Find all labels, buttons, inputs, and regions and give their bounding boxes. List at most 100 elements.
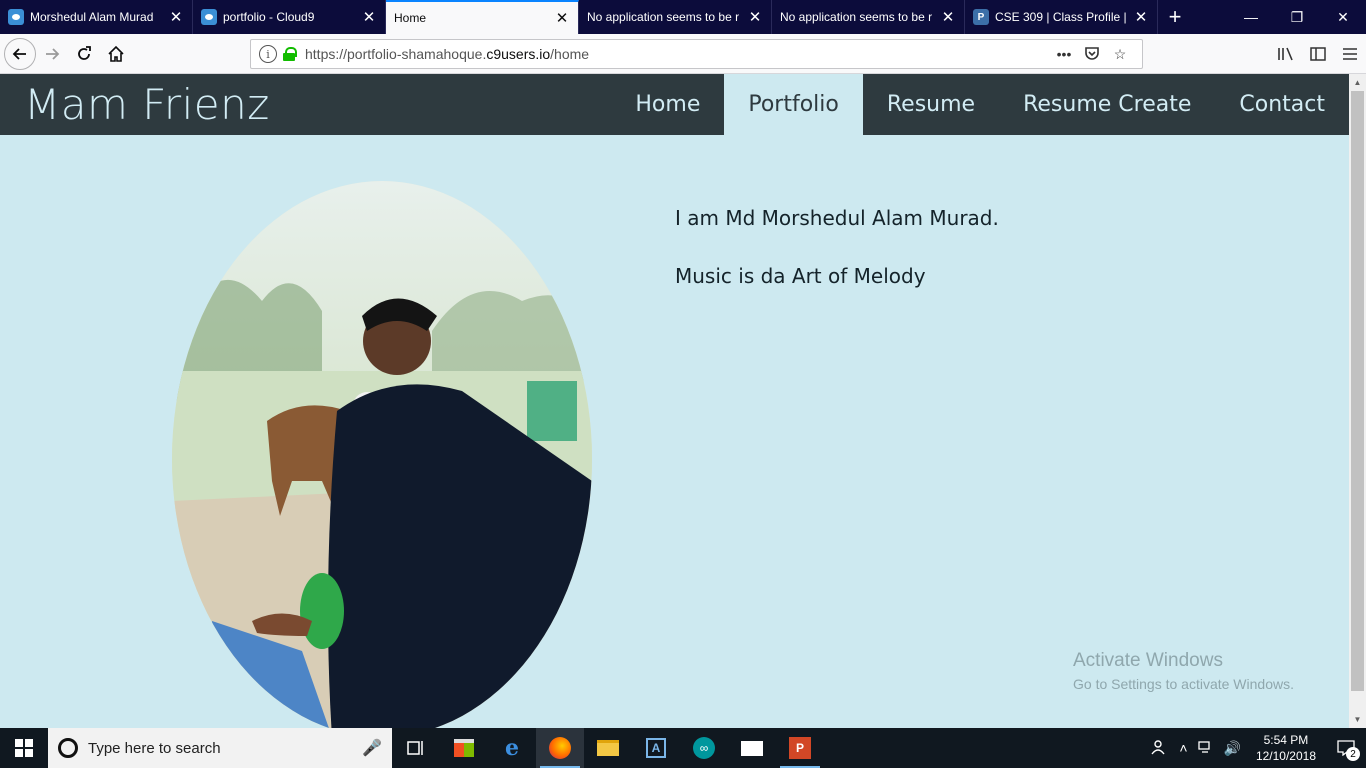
system-tray: ˄ 🔊 5:54 PM 12/10/2018 2: [1146, 728, 1366, 768]
browser-tab[interactable]: No application seems to be r ✕: [772, 0, 965, 34]
nav-portfolio[interactable]: Portfolio: [724, 74, 863, 135]
close-tab-icon[interactable]: ✕: [168, 8, 184, 26]
taskbar-search[interactable]: Type here to search 🎤: [48, 728, 392, 768]
nav-resume-create[interactable]: Resume Create: [999, 74, 1215, 135]
close-tab-icon[interactable]: ✕: [940, 8, 956, 26]
close-tab-icon[interactable]: ✕: [361, 8, 377, 26]
reload-icon: [78, 45, 91, 60]
site-header: Mam Frienz Home Portfolio Resume Resume …: [0, 74, 1349, 135]
cloud9-eye-icon: [8, 9, 24, 25]
cortana-icon: [58, 738, 78, 758]
firefox-icon: [549, 737, 571, 759]
task-view-button[interactable]: [392, 728, 440, 768]
pocket-icon[interactable]: [1078, 45, 1106, 64]
close-tab-icon[interactable]: ✕: [554, 9, 570, 27]
url-bar[interactable]: i https://portfolio-shamahoque.c9users.i…: [250, 39, 1143, 69]
bio-intro: I am Md Morshedul Alam Murad.: [675, 206, 999, 230]
window-controls: — ❐ ✕: [1228, 0, 1366, 34]
arrow-left-icon: [12, 47, 26, 60]
back-button[interactable]: [4, 37, 36, 70]
lock-icon[interactable]: [283, 47, 297, 61]
mail-icon: [741, 740, 763, 756]
notification-count-badge: 2: [1346, 747, 1360, 761]
url-prefix: https://portfolio-shamahoque.: [305, 46, 487, 62]
taskbar-clock[interactable]: 5:54 PM 12/10/2018: [1246, 732, 1326, 764]
profile-photo: [172, 181, 592, 728]
info-icon[interactable]: i: [259, 45, 277, 63]
url-path: /home: [550, 46, 590, 62]
taskbar-powerpoint[interactable]: P: [776, 728, 824, 768]
action-center-button[interactable]: 2: [1326, 728, 1366, 768]
clock-time: 5:54 PM: [1263, 733, 1309, 747]
search-placeholder: Type here to search: [88, 739, 221, 757]
forward-button[interactable]: [36, 38, 68, 70]
network-icon[interactable]: [1193, 740, 1219, 757]
new-tab-button[interactable]: +: [1158, 0, 1192, 34]
taskbar-mail[interactable]: [728, 728, 776, 768]
tab-title: No application seems to be r: [587, 10, 740, 24]
scroll-up-arrow-icon[interactable]: ▲: [1349, 74, 1366, 91]
windows-taskbar: Type here to search 🎤 e A ∞ P ˄ 🔊 5:54 P…: [0, 728, 1366, 768]
browser-tab[interactable]: Morshedul Alam Murad ✕: [0, 0, 193, 34]
restore-button[interactable]: ❐: [1274, 0, 1320, 34]
browser-tab[interactable]: No application seems to be r ✕: [579, 0, 772, 34]
site-nav: Home Portfolio Resume Resume Create Cont…: [611, 74, 1349, 135]
page-scrollbar[interactable]: ▲ ▼: [1349, 74, 1366, 728]
piazza-p-icon: P: [973, 9, 989, 25]
bio-tagline: Music is da Art of Melody: [675, 264, 926, 288]
bookmark-star-icon[interactable]: ☆: [1106, 46, 1134, 63]
hamburger-menu-icon[interactable]: [1334, 38, 1366, 70]
nav-home[interactable]: Home: [611, 74, 724, 135]
start-button[interactable]: [0, 728, 48, 768]
show-hidden-icons-chevron-icon[interactable]: ˄: [1174, 740, 1192, 756]
tab-title: No application seems to be r: [780, 10, 933, 24]
cloud9-eye-icon: [201, 9, 217, 25]
url-domain: c9users.io: [486, 46, 551, 62]
taskbar-app-a[interactable]: A: [632, 728, 680, 768]
nav-contact[interactable]: Contact: [1215, 74, 1349, 135]
tab-title: Morshedul Alam Murad: [30, 10, 154, 24]
library-icon[interactable]: [1270, 38, 1302, 70]
taskbar-firefox[interactable]: [536, 728, 584, 768]
web-page: Mam Frienz Home Portfolio Resume Resume …: [0, 74, 1349, 728]
tab-title: Home: [394, 11, 427, 25]
app-a-icon: A: [646, 738, 666, 758]
url-text[interactable]: https://portfolio-shamahoque.c9users.io/…: [305, 46, 1050, 62]
site-brand[interactable]: Mam Frienz: [0, 80, 270, 129]
sidebar-icon[interactable]: [1302, 38, 1334, 70]
clock-date: 12/10/2018: [1255, 749, 1316, 763]
page-actions-icon[interactable]: •••: [1050, 46, 1078, 62]
browser-tab-strip: Morshedul Alam Murad ✕ portfolio - Cloud…: [0, 0, 1366, 34]
scroll-down-arrow-icon[interactable]: ▼: [1349, 711, 1366, 728]
minimize-button[interactable]: —: [1228, 0, 1274, 34]
windows-logo-icon: [15, 739, 33, 757]
taskbar-store[interactable]: [440, 728, 488, 768]
taskbar-edge[interactable]: e: [488, 728, 536, 768]
home-button[interactable]: [100, 38, 132, 70]
task-view-icon: [407, 741, 423, 755]
browser-tab[interactable]: portfolio - Cloud9 ✕: [193, 0, 386, 34]
nav-resume[interactable]: Resume: [863, 74, 999, 135]
microphone-icon[interactable]: 🎤: [362, 738, 382, 758]
toolbar-right: [1270, 38, 1366, 70]
browser-toolbar: i https://portfolio-shamahoque.c9users.i…: [0, 34, 1366, 74]
home-icon: [108, 45, 124, 62]
reload-button[interactable]: [68, 38, 100, 70]
store-icon: [454, 739, 474, 757]
arduino-icon: ∞: [693, 737, 715, 759]
close-tab-icon[interactable]: ✕: [747, 8, 763, 26]
scrollbar-thumb[interactable]: [1351, 91, 1364, 691]
tab-title: portfolio - Cloud9: [223, 10, 315, 24]
browser-tab-active[interactable]: Home ✕: [386, 0, 579, 34]
bio-section: I am Md Morshedul Alam Murad. Music is d…: [675, 206, 999, 322]
watermark-title: Activate Windows: [1073, 650, 1223, 671]
tab-title: CSE 309 | Class Profile | P: [995, 10, 1129, 24]
people-icon[interactable]: [1146, 739, 1174, 758]
taskbar-arduino[interactable]: ∞: [680, 728, 728, 768]
close-window-button[interactable]: ✕: [1320, 0, 1366, 34]
close-tab-icon[interactable]: ✕: [1133, 8, 1149, 26]
taskbar-file-explorer[interactable]: [584, 728, 632, 768]
edge-icon: e: [505, 735, 519, 761]
browser-tab[interactable]: P CSE 309 | Class Profile | P ✕: [965, 0, 1158, 34]
volume-icon[interactable]: 🔊: [1219, 740, 1246, 757]
